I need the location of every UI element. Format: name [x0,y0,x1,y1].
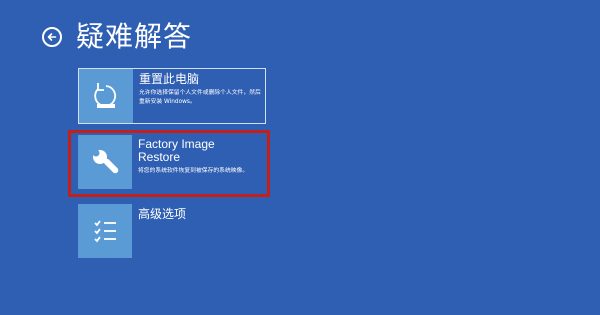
header: 疑难解答 [42,20,192,54]
option-description: 允许你选择保留个人文件或删除个人文件，然后重新安装 Windows。 [139,90,261,105]
option-reset-pc[interactable]: 重置此电脑 允许你选择保留个人文件或删除个人文件，然后重新安装 Windows。 [78,68,266,124]
option-tile [78,204,132,258]
back-arrow-icon [47,33,57,41]
highlight-box [68,130,270,197]
option-title: 高级选项 [138,207,187,221]
back-button[interactable] [42,27,62,47]
reset-pc-icon [94,83,117,108]
option-title: 重置此电脑 [139,72,200,86]
option-advanced-options[interactable]: 高级选项 [78,204,266,258]
page-title: 疑难解答 [76,20,193,53]
option-tile [79,69,133,123]
checklist-icon [94,220,116,243]
